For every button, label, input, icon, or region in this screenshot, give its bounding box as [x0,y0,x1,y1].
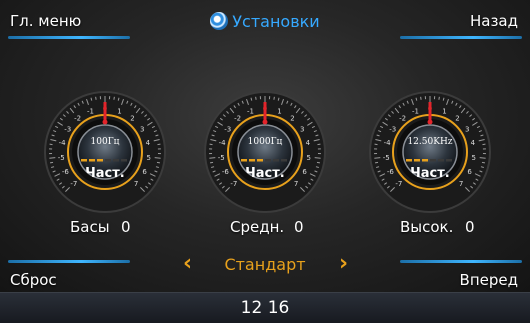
svg-text:-3: -3 [64,126,71,134]
settings-logo-icon [210,12,228,30]
svg-text:-1: -1 [412,107,419,115]
preset-next-arrow-icon[interactable]: › [339,254,348,274]
mid-freq-label: 1000Гц [185,137,345,147]
status-bar: 12 16 [0,292,530,323]
svg-text:2: 2 [130,115,134,123]
svg-text:1: 1 [117,107,121,115]
page-title: Установки [0,12,530,31]
svg-text:-5: -5 [218,154,225,162]
bass-freq-label: 100Гц [25,137,185,147]
reset-label: Сброс [10,271,57,289]
reset-button[interactable]: Сброс [10,271,57,289]
svg-text:2: 2 [455,115,459,123]
svg-text:7: 7 [134,180,138,188]
svg-text:-5: -5 [58,154,65,162]
svg-text:-1: -1 [87,107,94,115]
back-button[interactable]: Назад [470,12,518,30]
treble-dial-graphic: -7-6-5-4-3-2-101234567 [350,86,510,216]
svg-text:5: 5 [146,154,150,162]
preset-selector: ‹ Стандарт › [0,254,530,276]
treble-dial[interactable]: -7-6-5-4-3-2-101234567 12.50KHz Част. [350,86,510,216]
next-label: Вперед [460,271,518,289]
treble-label: Высок. [400,218,453,236]
page-title-text: Установки [232,12,319,31]
back-label: Назад [470,12,518,30]
clock: 12 16 [0,298,530,318]
svg-text:-3: -3 [224,126,231,134]
svg-text:7: 7 [459,180,463,188]
svg-text:5: 5 [471,154,475,162]
bass-label: Басы [70,218,110,236]
bass-freq-button[interactable]: Част. [25,166,185,181]
treble-freq-button[interactable]: Част. [350,166,510,181]
svg-text:-7: -7 [230,180,237,188]
main-menu-underline [8,36,130,39]
bass-value: 0 [121,218,131,236]
bass-dial[interactable]: -7-6-5-4-3-2-101234567 100Гц Част. [25,86,185,216]
reset-underline [8,260,130,263]
svg-text:-2: -2 [74,115,81,123]
svg-text:-7: -7 [395,180,402,188]
mid-dial[interactable]: -7-6-5-4-3-2-101234567 1000Гц Част. [185,86,345,216]
next-underline [400,260,522,263]
svg-text:-1: -1 [247,107,254,115]
preset-name: Стандарт [0,255,530,274]
svg-text:7: 7 [294,180,298,188]
svg-text:3: 3 [140,126,144,134]
svg-text:-3: -3 [389,126,396,134]
svg-text:-7: -7 [70,180,77,188]
mid-dial-graphic: -7-6-5-4-3-2-101234567 [185,86,345,216]
svg-text:3: 3 [300,126,304,134]
treble-freq-label: 12.50KHz [350,137,510,147]
eq-screen: Гл. меню Установки Назад -7-6-5-4-3-2-10… [0,0,530,292]
next-button[interactable]: Вперед [460,271,518,289]
mid-value: 0 [294,218,304,236]
back-underline [400,36,522,39]
bass-dial-graphic: -7-6-5-4-3-2-101234567 [25,86,185,216]
svg-text:-5: -5 [383,154,390,162]
svg-text:-2: -2 [234,115,241,123]
svg-text:-2: -2 [399,115,406,123]
svg-text:2: 2 [290,115,294,123]
mid-label: Средн. [230,218,284,236]
treble-value: 0 [465,218,475,236]
svg-text:3: 3 [465,126,469,134]
svg-text:1: 1 [442,107,446,115]
svg-text:1: 1 [277,107,281,115]
mid-freq-button[interactable]: Част. [185,166,345,181]
svg-text:5: 5 [306,154,310,162]
